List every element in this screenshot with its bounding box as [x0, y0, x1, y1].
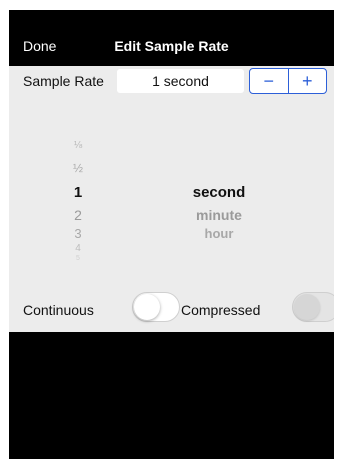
picker-number-item[interactable]: 4: [53, 243, 103, 254]
sample-rate-label: Sample Rate: [23, 73, 104, 89]
picker-number-item[interactable]: 3: [53, 226, 103, 241]
app-window: Done Edit Sample Rate Sample Rate 1 seco…: [9, 10, 334, 459]
toggle-knob: [134, 294, 160, 320]
decrement-button[interactable]: −: [250, 69, 288, 93]
toggle-knob: [294, 294, 320, 320]
sample-rate-stepper: − +: [249, 68, 327, 94]
sample-rate-field[interactable]: 1 second: [117, 69, 244, 93]
picker-unit-item[interactable]: minute: [169, 207, 269, 223]
picker-unit-item[interactable]: hour: [169, 226, 269, 241]
increment-button[interactable]: +: [289, 69, 327, 93]
compressed-label: Compressed: [181, 302, 261, 318]
toggle-row: Continuous Compressed: [9, 292, 334, 328]
picker-number-item[interactable]: 2: [53, 207, 103, 223]
continuous-label: Continuous: [23, 302, 94, 318]
sample-rate-picker[interactable]: ⅛ ½ 1 2 3 45 second minute hour: [9, 98, 334, 280]
page-title: Edit Sample Rate: [114, 38, 229, 54]
compressed-toggle[interactable]: [292, 292, 334, 322]
sample-rate-row: Sample Rate 1 second − +: [9, 66, 334, 98]
picker-number-item[interactable]: ½: [53, 161, 103, 175]
picker-number-item[interactable]: 1: [53, 184, 103, 201]
picker-number-item[interactable]: 5: [53, 255, 103, 262]
continuous-toggle[interactable]: [132, 292, 180, 322]
navigation-bar: Done Edit Sample Rate: [9, 10, 334, 66]
picker-unit-item[interactable]: second: [169, 184, 269, 201]
picker-number-item[interactable]: ⅛: [53, 140, 103, 151]
settings-panel: Sample Rate 1 second − + ⅛ ½ 1 2 3 45 second m…: [9, 66, 334, 332]
